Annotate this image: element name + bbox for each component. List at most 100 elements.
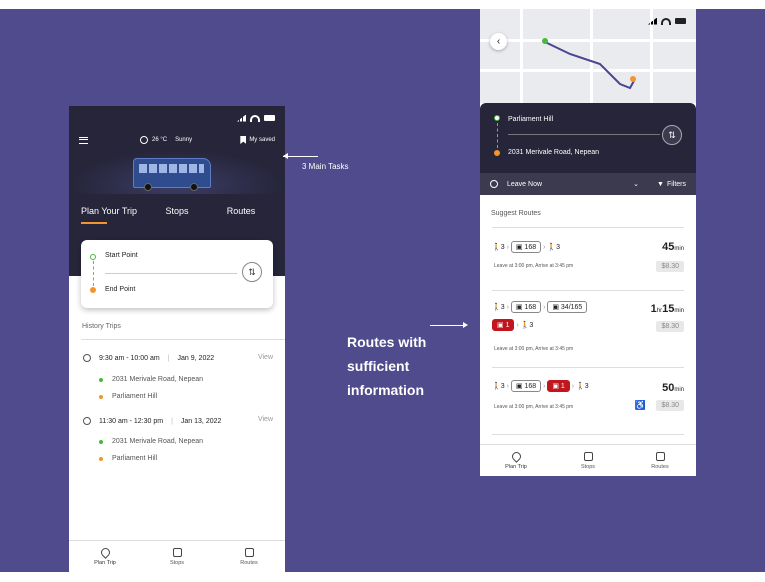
annotation-line: Routes with: [347, 334, 427, 350]
arrow-head: [280, 153, 288, 159]
battery-icon: [264, 115, 275, 121]
filters-label: Filters: [666, 180, 686, 188]
nav-routes[interactable]: Routes: [213, 541, 285, 572]
back-button[interactable]: ‹: [490, 33, 507, 50]
trip-date: Jan 13, 2022: [180, 417, 222, 425]
bus-icon: [655, 451, 665, 461]
annotation-line: sufficient: [347, 358, 410, 374]
route-note: Leave at 3:00 pm, Arrive at 3:45 pm: [494, 404, 574, 410]
trip-from: 2031 Merivale Road, Nepean: [112, 376, 204, 383]
main-tabs: Plan Your Trip Stops Routes: [69, 194, 285, 228]
trip-date: Jan 9, 2022: [177, 354, 215, 362]
nav-plan-trip[interactable]: Plan Trip: [480, 445, 552, 476]
arrow-head: [463, 322, 471, 328]
annotation-arrow: [283, 156, 318, 157]
filters-button[interactable]: ▼ Filters: [657, 181, 686, 188]
my-saved-button[interactable]: My saved: [240, 136, 275, 144]
nav-routes[interactable]: Routes: [624, 445, 696, 476]
end-point-input[interactable]: End Point: [105, 286, 135, 293]
bottom-nav: Plan Trip Stops Routes: [69, 540, 285, 572]
bus-number: 168: [524, 244, 537, 251]
origin-dot: [494, 115, 500, 121]
bus-icon: [244, 547, 254, 557]
origin-input[interactable]: Parliament Hill: [508, 116, 553, 123]
destination-input[interactable]: 2031 Merivale Road, Nepean: [508, 149, 599, 156]
bus-chip: ▣ 34/165: [547, 301, 588, 313]
history-title: History Trips: [82, 323, 121, 330]
plan-trip-screen: 26 °C Sunny My saved Plan Your Trip Stop…: [69, 106, 285, 572]
bookmark-icon: [240, 136, 247, 144]
map-pin-icon: [509, 449, 523, 463]
chevron-down-icon[interactable]: ⌄: [633, 180, 639, 188]
view-link[interactable]: View: [258, 416, 273, 423]
my-saved-label: My saved: [249, 137, 275, 143]
map-pin-icon: [98, 545, 112, 559]
train-chip: ▣ 1: [492, 319, 515, 331]
trip-time: 9:30 am - 10:00 am: [99, 354, 160, 362]
bus-icon: [133, 158, 211, 191]
tab-stops[interactable]: Stops: [145, 206, 209, 216]
route-map[interactable]: ‹: [480, 9, 696, 103]
weather: 26 °C Sunny: [140, 136, 192, 144]
start-dot: [90, 254, 96, 260]
status-bar: [69, 106, 285, 130]
train-number: 1: [560, 383, 565, 390]
nav-label: Plan Trip: [505, 463, 527, 470]
nav-label: Routes: [651, 463, 669, 470]
start-point-input[interactable]: Start Point: [105, 252, 138, 259]
end-dot: [90, 287, 96, 293]
swap-icon[interactable]: ⇅: [242, 262, 262, 282]
train-number: 1: [505, 322, 510, 329]
view-link[interactable]: View: [258, 354, 273, 361]
tab-routes[interactable]: Routes: [209, 206, 273, 216]
wifi-icon: [250, 114, 260, 122]
route-note: Leave at 3:00 pm, Arrive at 3:45 pm: [494, 263, 574, 269]
nav-stops[interactable]: Stops: [552, 445, 624, 476]
bus-number: 168: [524, 383, 537, 390]
nav-stops[interactable]: Stops: [141, 541, 213, 572]
route-card[interactable]: 🚶3 › ▣ 168 › ▣ 34/165 ▣ 1 › 🚶3 1hr15min …: [492, 301, 684, 359]
swap-icon[interactable]: ⇅: [662, 125, 682, 145]
bottom-nav: Plan Trip Stops Routes: [480, 444, 696, 476]
sun-icon: [140, 136, 148, 144]
weather-text: Sunny: [175, 137, 193, 143]
walk-icon: 🚶: [492, 383, 501, 390]
trip-from: 2031 Merivale Road, Nepean: [112, 438, 204, 445]
weather-temp: 26 °C: [152, 137, 168, 143]
walk-count: 3: [500, 244, 505, 251]
walk-count: 3: [500, 383, 505, 390]
walk-count: 3: [556, 244, 560, 251]
bus-chip: ▣ 168: [510, 380, 542, 392]
signal-icon: [237, 114, 246, 122]
route-card[interactable]: 🚶3 › ▣ 168 › 🚶3 45min Leave at 3:00 pm, …: [492, 241, 684, 279]
walk-icon: 🚶: [576, 383, 585, 390]
route-card[interactable]: 🚶3 › ▣ 168 › ▣ 1 › 🚶3 50min Leave at 3:0…: [492, 380, 684, 420]
bus-number: 34/165: [560, 304, 583, 311]
tab-plan-your-trip[interactable]: Plan Your Trip: [81, 206, 145, 224]
walk-count: 3: [500, 304, 505, 311]
nav-label: Routes: [240, 559, 258, 566]
signal-icon: [648, 17, 657, 25]
route-note: Leave at 3:00 pm, Arrive at 3:45 pm: [494, 346, 574, 352]
clock-icon: [83, 417, 91, 425]
bus-stop-icon: [583, 451, 593, 461]
duration: 45min: [662, 241, 684, 253]
walk-count: 3: [584, 383, 589, 390]
walk-icon: 🚶: [492, 244, 501, 251]
walk-icon: 🚶: [492, 304, 501, 311]
menu-icon[interactable]: [79, 136, 88, 144]
walk-icon: 🚶: [547, 244, 557, 251]
clock-icon: [83, 354, 91, 362]
battery-icon: [675, 18, 686, 24]
top-bar: 26 °C Sunny My saved: [69, 130, 285, 150]
bus-illustration: [69, 150, 285, 194]
trip-planner-card: Start Point End Point ⇅: [81, 240, 273, 308]
leave-bar: Leave Now ⌄ ▼ Filters: [480, 173, 696, 195]
train-chip: ▣ 1: [547, 380, 570, 392]
duration: 50min: [662, 382, 684, 394]
trip-to: Parliament Hill: [112, 455, 158, 462]
bus-number: 168: [524, 304, 537, 311]
leave-now-select[interactable]: Leave Now: [507, 181, 542, 188]
bus-stop-icon: [172, 547, 182, 557]
nav-plan-trip[interactable]: Plan Trip: [69, 541, 141, 572]
